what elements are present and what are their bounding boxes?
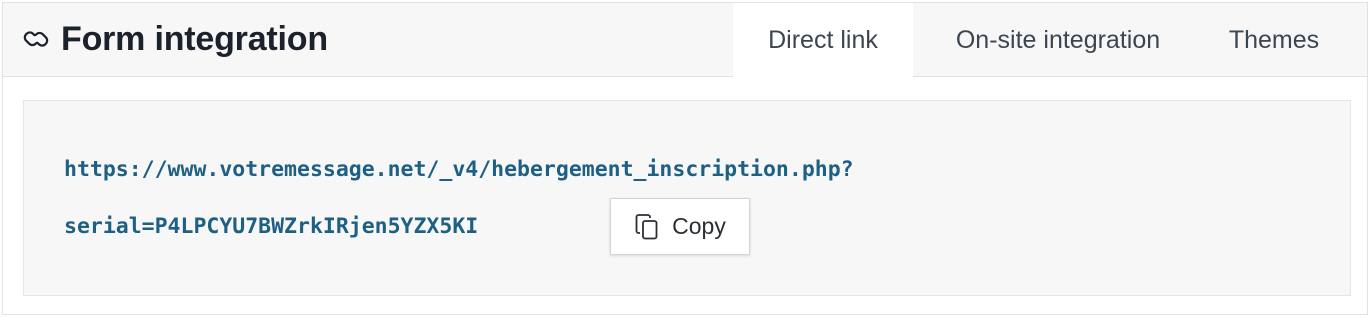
form-integration-panel: Form integration Direct link On-site int… [2,2,1368,315]
page-title: Form integration [61,19,328,58]
panel-header: Form integration Direct link On-site int… [3,3,1367,78]
copy-icon [634,213,660,241]
tab-on-site-integration[interactable]: On-site integration [913,3,1203,77]
tab-direct-link[interactable]: Direct link [733,3,913,78]
link-icon [21,24,51,54]
copy-button-label: Copy [672,213,726,239]
copy-button[interactable]: Copy [610,198,750,255]
direct-link-box: https://www.votremessage.net/_v4/heberge… [23,100,1351,296]
direct-link-url-line-2: serial=P4LPCYU7BWZrkIRjen5YZX5KI [64,214,479,239]
tab-bar: Direct link On-site integration Themes [733,3,1345,78]
tab-themes[interactable]: Themes [1203,3,1345,77]
title-group: Form integration [21,17,328,61]
direct-link-url-line-1: https://www.votremessage.net/_v4/heberge… [64,157,854,182]
